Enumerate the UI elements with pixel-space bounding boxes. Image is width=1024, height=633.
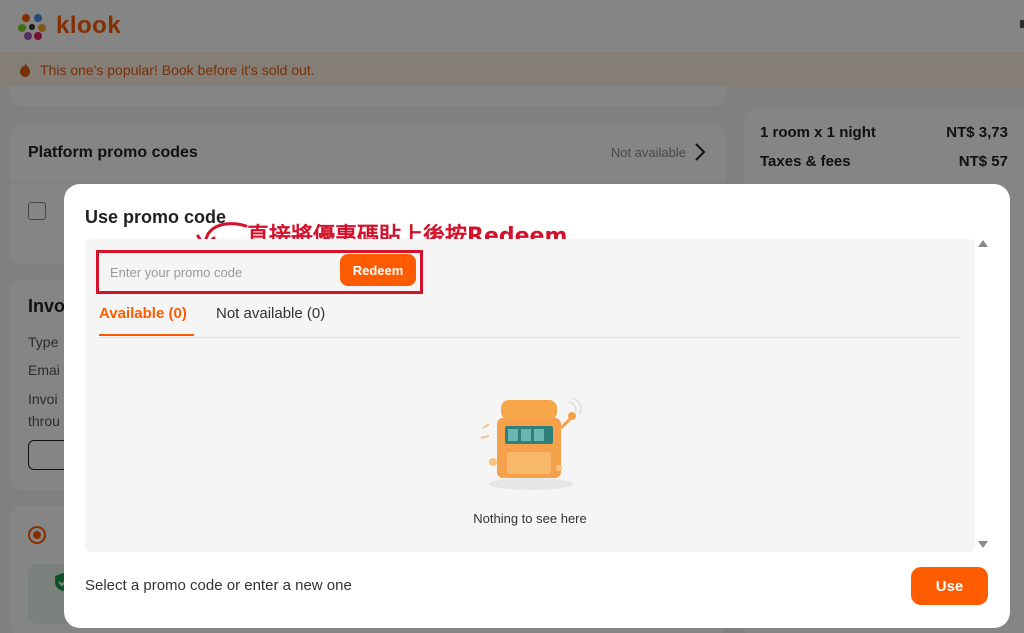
promo-content-panel: Redeem Available (0) Not available (0) N…	[85, 239, 975, 552]
promo-code-input[interactable]	[103, 256, 336, 288]
scroll-down-arrow-icon[interactable]	[978, 541, 988, 548]
promo-code-modal: Use promo code 直接將優惠碼貼上後按Redeem Redeem A…	[64, 184, 1010, 628]
tab-not-available[interactable]: Not available (0)	[216, 305, 325, 334]
redeem-button[interactable]: Redeem	[340, 254, 416, 286]
tab-available[interactable]: Available (0)	[99, 305, 194, 336]
scroll-up-arrow-icon[interactable]	[978, 240, 988, 247]
slot-machine-illustration-icon	[480, 397, 582, 490]
use-button[interactable]: Use	[911, 567, 988, 605]
empty-state-text: Nothing to see here	[473, 511, 587, 526]
footer-hint-text: Select a promo code or enter a new one	[85, 577, 352, 594]
promo-tabs: Available (0) Not available (0)	[99, 301, 960, 338]
